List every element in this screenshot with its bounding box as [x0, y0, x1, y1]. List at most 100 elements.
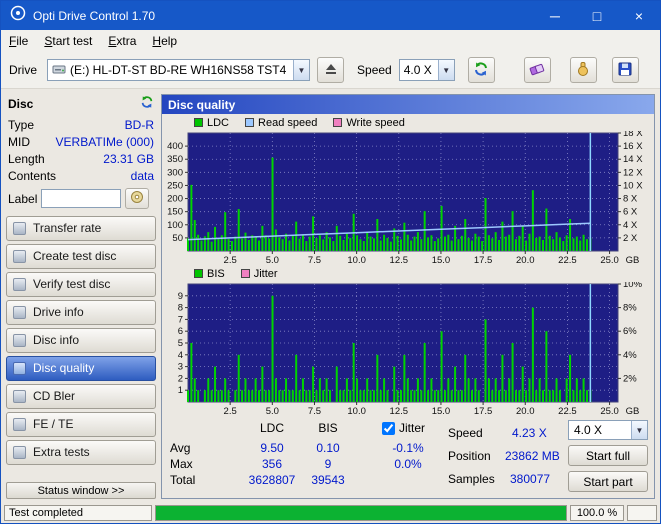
svg-text:2%: 2% — [623, 373, 637, 384]
svg-text:22.5: 22.5 — [558, 255, 577, 265]
svg-text:10 X: 10 X — [623, 180, 643, 191]
sidebar-item-create-test-disc[interactable]: Create test disc — [6, 243, 156, 269]
jitter-checkbox[interactable] — [382, 421, 395, 435]
verify-test-disc-icon — [13, 277, 26, 291]
svg-text:4 X: 4 X — [623, 220, 638, 231]
panel-title: Disc quality — [162, 95, 654, 114]
total-bis-value: 39543 — [311, 473, 345, 487]
sidebar-item-cd-bler[interactable]: CD Bler — [6, 383, 156, 409]
sidebar-item-label: CD Bler — [33, 389, 76, 403]
menu-file[interactable]: File — [1, 31, 36, 51]
drive-icon — [52, 63, 66, 78]
svg-text:100: 100 — [167, 220, 183, 231]
jitter-toggle[interactable]: Jitter — [382, 421, 425, 435]
create-test-disc-icon — [13, 249, 26, 263]
position-stat-label: Position — [448, 449, 491, 463]
menu-extra[interactable]: Extra — [100, 31, 144, 51]
minimize-button[interactable]: ─ — [534, 1, 576, 30]
svg-text:20.0: 20.0 — [516, 255, 535, 265]
read-speed-swatch — [245, 118, 255, 127]
speed-select-value: 4.0 X — [403, 63, 432, 77]
jitter-label: Jitter — [399, 421, 426, 435]
legend-item: Read speed — [245, 117, 317, 129]
avg-bis-value: 0.10 — [316, 441, 340, 455]
svg-text:7.5: 7.5 — [308, 255, 321, 265]
maximize-button[interactable]: □ — [576, 1, 618, 30]
speed-stat-label: Speed — [448, 426, 483, 440]
legend-item: Jitter — [240, 268, 278, 280]
menu-help[interactable]: Help — [144, 31, 185, 51]
hand-tool-button[interactable] — [569, 57, 597, 83]
sidebar-item-label: Drive info — [33, 305, 84, 319]
start-full-button[interactable]: Start full — [568, 445, 648, 466]
progress-percent: 100.0 % — [570, 505, 624, 521]
field-value: data — [130, 169, 154, 183]
test-speed-select[interactable]: 4.0 X ▼ — [568, 420, 648, 440]
eject-button[interactable] — [317, 57, 345, 83]
chevron-down-icon: ▼ — [437, 60, 454, 80]
sidebar-item-verify-test-disc[interactable]: Verify test disc — [6, 271, 156, 297]
sidebar-item-label: Disc info — [33, 333, 80, 347]
label-edit-button[interactable] — [125, 188, 150, 209]
svg-text:300: 300 — [167, 167, 183, 178]
sidebar-item-disc-quality[interactable]: Disc quality — [6, 355, 156, 381]
speed-stat-value: 4.23 X — [512, 426, 547, 440]
svg-text:GB: GB — [626, 406, 640, 416]
sidebar-item-extra-tests[interactable]: Extra tests — [6, 439, 156, 465]
disc-field-length: Length 23.31 GB — [6, 151, 156, 168]
svg-text:350: 350 — [167, 154, 183, 165]
bis-column-header: BIS — [318, 421, 338, 435]
field-value: 23.31 GB — [103, 152, 154, 166]
svg-text:6 X: 6 X — [623, 207, 638, 218]
start-part-button[interactable]: Start part — [568, 471, 648, 492]
svg-text:1: 1 — [178, 385, 183, 396]
sidebar-item-fe-te[interactable]: FE / TE — [6, 411, 156, 437]
save-button[interactable] — [611, 57, 639, 83]
sidebar-item-label: Extra tests — [33, 445, 90, 459]
svg-text:5: 5 — [178, 338, 183, 349]
speed-select[interactable]: 4.0 X ▼ — [398, 59, 455, 81]
sidebar-item-disc-info[interactable]: Disc info — [6, 327, 156, 353]
menu-start-test[interactable]: Start test — [36, 31, 100, 51]
svg-text:25.0: 25.0 — [600, 406, 619, 416]
disc-label-row: Label — [6, 185, 156, 214]
chevron-down-icon: ▼ — [293, 60, 310, 80]
refresh-button[interactable] — [467, 57, 495, 83]
sidebar-item-label: Create test disc — [33, 249, 117, 263]
disc-refresh-button[interactable] — [140, 95, 154, 112]
sidebar-item-label: FE / TE — [33, 417, 74, 431]
erase-disc-button[interactable] — [523, 57, 551, 83]
svg-text:5.0: 5.0 — [266, 406, 279, 416]
svg-text:5.0: 5.0 — [266, 255, 279, 265]
results-panel: LDC BIS Avg 9.50 0.10 Max 356 9 Total 36… — [162, 416, 654, 498]
drive-select[interactable]: (E:) HL-DT-ST BD-RE WH16NS58 TST4 ▼ — [47, 59, 311, 81]
ldc-chart-legend: LDC Read speed Write speed — [162, 114, 654, 131]
ldc-column-header: LDC — [259, 421, 284, 435]
svg-text:17.5: 17.5 — [474, 406, 493, 416]
svg-text:6: 6 — [178, 326, 183, 337]
refresh-icon — [473, 61, 489, 80]
svg-text:8 X: 8 X — [623, 194, 638, 205]
svg-text:200: 200 — [167, 194, 183, 205]
svg-text:12 X: 12 X — [623, 167, 643, 178]
field-label: MID — [8, 135, 30, 149]
svg-text:2.5: 2.5 — [224, 406, 237, 416]
extra-tests-icon — [13, 445, 26, 459]
total-label: Total — [170, 473, 196, 487]
status-window-button[interactable]: Status window >> — [6, 482, 156, 499]
label-input[interactable] — [41, 189, 122, 208]
fe-te-icon — [13, 417, 26, 431]
disc-field-contents: Contents data — [6, 168, 156, 185]
svg-text:10%: 10% — [623, 282, 643, 290]
field-label: Type — [8, 118, 35, 132]
sidebar-item-transfer-rate[interactable]: Transfer rate — [6, 215, 156, 241]
sidebar-item-drive-info[interactable]: Drive info — [6, 299, 156, 325]
close-button[interactable]: × — [618, 1, 660, 30]
avg-label: Avg — [170, 441, 191, 455]
window-title: Opti Drive Control 1.70 — [33, 8, 156, 23]
svg-text:GB: GB — [626, 255, 640, 265]
svg-text:6%: 6% — [623, 326, 637, 337]
samples-stat-label: Samples — [448, 472, 495, 486]
disc-section-header: Disc — [6, 94, 156, 117]
field-label: Length — [8, 152, 45, 166]
